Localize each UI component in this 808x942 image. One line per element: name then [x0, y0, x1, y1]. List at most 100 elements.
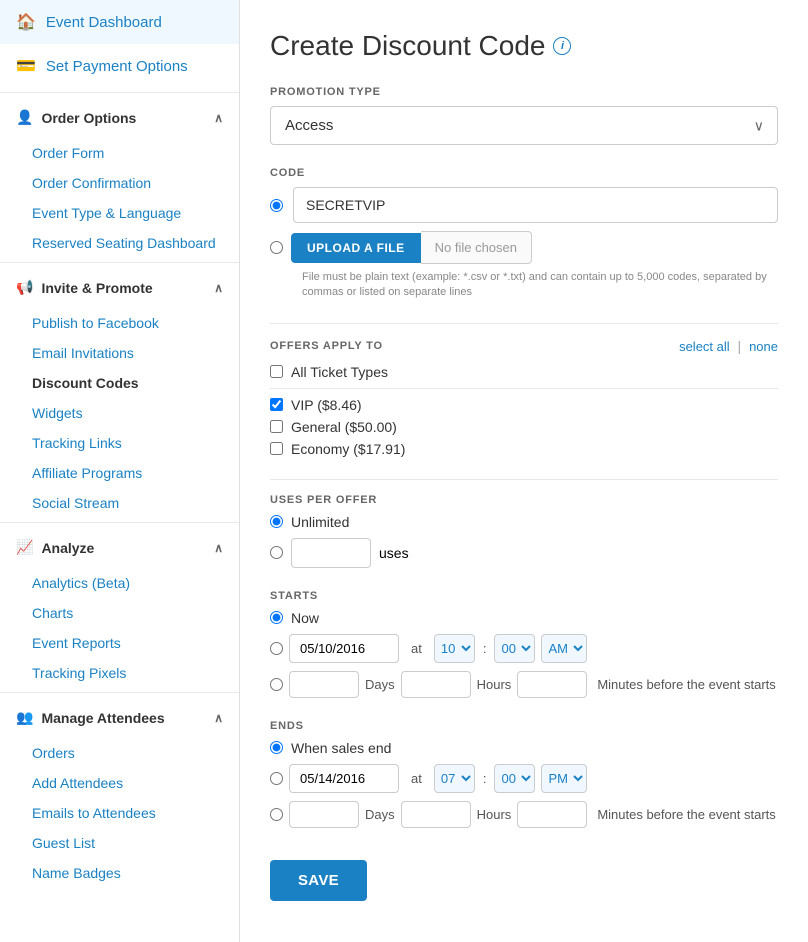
unlimited-radio[interactable] [270, 515, 283, 528]
ends-section: ENDS When sales end at 07010203040506080… [270, 720, 778, 828]
sidebar-item-orders[interactable]: Orders [0, 738, 239, 768]
vip-checkbox[interactable] [270, 398, 283, 411]
sidebar-item-discount-codes[interactable]: Discount Codes [0, 368, 239, 398]
promotion-type-label: PROMOTION TYPE [270, 86, 778, 98]
sidebar-item-event-type-language[interactable]: Event Type & Language [0, 198, 239, 228]
general-ticket-row: General ($50.00) [270, 419, 778, 435]
sidebar-item-tracking-links[interactable]: Tracking Links [0, 428, 239, 458]
ends-when-sales-end-label[interactable]: When sales end [291, 740, 391, 756]
promotion-type-section: PROMOTION TYPE Access Discount Free [270, 86, 778, 145]
offers-apply-to-section: OFFERS APPLY TO select all | none All Ti… [270, 338, 778, 457]
limited-uses-radio[interactable] [270, 546, 283, 559]
starts-now-label[interactable]: Now [291, 610, 319, 626]
ends-hours-label: Hours [477, 807, 512, 822]
code-manual-radio[interactable] [270, 199, 283, 212]
sidebar-item-order-form[interactable]: Order Form [0, 138, 239, 168]
sidebar-section-manage-attendees[interactable]: 👥 Manage Attendees ∧ [0, 697, 239, 738]
starts-date-row: at 100102030405060708091112 : 00153045 A… [270, 634, 778, 663]
sidebar-item-affiliate-programs[interactable]: Affiliate Programs [0, 458, 239, 488]
sidebar-item-order-confirmation[interactable]: Order Confirmation [0, 168, 239, 198]
sidebar-item-event-reports[interactable]: Event Reports [0, 628, 239, 658]
offers-apply-to-label: OFFERS APPLY TO [270, 340, 383, 352]
ends-date-input[interactable] [289, 764, 399, 793]
sidebar-item-charts[interactable]: Charts [0, 598, 239, 628]
sidebar-item-set-payment-options[interactable]: 💳 Set Payment Options [0, 44, 239, 88]
sidebar-item-add-attendees[interactable]: Add Attendees [0, 768, 239, 798]
select-all-link[interactable]: select all [679, 339, 730, 354]
offers-header: OFFERS APPLY TO select all | none [270, 338, 778, 354]
sidebar: 🏠 Event Dashboard 💳 Set Payment Options … [0, 0, 240, 942]
all-ticket-types-checkbox[interactable] [270, 365, 283, 378]
ends-before-event: Minutes before the event starts [597, 807, 775, 822]
starts-ampm-select[interactable]: AMPM [541, 634, 587, 663]
starts-at-label: at [411, 641, 422, 656]
none-link[interactable]: none [749, 339, 778, 354]
all-ticket-types-row: All Ticket Types [270, 364, 778, 380]
starts-days-input[interactable] [289, 671, 359, 698]
sidebar-item-email-invitations[interactable]: Email Invitations [0, 338, 239, 368]
sidebar-section-order-options[interactable]: 👤 Order Options ∧ [0, 97, 239, 138]
general-checkbox[interactable] [270, 420, 283, 433]
all-ticket-types-label[interactable]: All Ticket Types [291, 364, 388, 380]
ends-date-radio[interactable] [270, 772, 283, 785]
economy-label[interactable]: Economy ($17.91) [291, 441, 405, 457]
chevron-up-icon: ∧ [214, 111, 223, 125]
sidebar-item-social-stream[interactable]: Social Stream [0, 488, 239, 518]
code-section: CODE UPLOAD A FILE No file chosen File m… [270, 167, 778, 301]
starts-hours-label: Hours [477, 677, 512, 692]
starts-hour-select[interactable]: 100102030405060708091112 [434, 634, 475, 663]
sidebar-item-reserved-seating[interactable]: Reserved Seating Dashboard [0, 228, 239, 258]
starts-now-radio[interactable] [270, 611, 283, 624]
code-manual-row [270, 187, 778, 223]
vip-ticket-row: VIP ($8.46) [270, 397, 778, 413]
ends-ampm-select[interactable]: PMAM [541, 764, 587, 793]
chevron-up-icon-2: ∧ [214, 281, 223, 295]
code-input[interactable] [293, 187, 778, 223]
ends-days-label: Days [365, 807, 395, 822]
sidebar-section-analyze[interactable]: 📈 Analyze ∧ [0, 527, 239, 568]
ends-hours-input[interactable] [401, 801, 471, 828]
code-upload-radio[interactable] [270, 241, 283, 254]
ends-minutes-input[interactable] [517, 801, 587, 828]
starts-date-input[interactable] [289, 634, 399, 663]
chevron-up-icon-4: ∧ [214, 711, 223, 725]
starts-section: STARTS Now at 100102030405060708091112 :… [270, 590, 778, 698]
uses-count-input[interactable] [291, 538, 371, 568]
starts-relative-radio[interactable] [270, 678, 283, 691]
uses-label: uses [379, 545, 409, 561]
starts-before-event: Minutes before the event starts [597, 677, 775, 692]
page-title: Create Discount Code i [270, 30, 778, 62]
ends-when-sales-end-row: When sales end [270, 740, 778, 756]
sidebar-item-name-badges[interactable]: Name Badges [0, 858, 239, 888]
file-hint: File must be plain text (example: *.csv … [302, 270, 778, 301]
sidebar-item-guest-list[interactable]: Guest List [0, 828, 239, 858]
ends-relative-radio[interactable] [270, 808, 283, 821]
ends-days-input[interactable] [289, 801, 359, 828]
sidebar-item-publish-facebook[interactable]: Publish to Facebook [0, 308, 239, 338]
sidebar-item-event-dashboard[interactable]: 🏠 Event Dashboard [0, 0, 239, 44]
uses-per-offer-section: USES PER OFFER Unlimited uses [270, 494, 778, 568]
starts-date-radio[interactable] [270, 642, 283, 655]
ends-hour-select[interactable]: 070102030405060809101112 [434, 764, 475, 793]
promotion-type-select-wrapper: Access Discount Free [270, 106, 778, 145]
ends-minute-select[interactable]: 00153045 [494, 764, 535, 793]
upload-file-button[interactable]: UPLOAD A FILE [291, 233, 421, 263]
starts-minutes-input[interactable] [517, 671, 587, 698]
promotion-type-select[interactable]: Access Discount Free [270, 106, 778, 145]
sidebar-item-emails-to-attendees[interactable]: Emails to Attendees [0, 798, 239, 828]
economy-checkbox[interactable] [270, 442, 283, 455]
sidebar-item-analytics-beta[interactable]: Analytics (Beta) [0, 568, 239, 598]
ends-date-row: at 070102030405060809101112 : 00153045 P… [270, 764, 778, 793]
ends-when-sales-end-radio[interactable] [270, 741, 283, 754]
save-button[interactable]: SAVE [270, 860, 367, 901]
starts-minute-select[interactable]: 00153045 [494, 634, 535, 663]
main-content: Create Discount Code i PROMOTION TYPE Ac… [240, 0, 808, 942]
sidebar-item-tracking-pixels[interactable]: Tracking Pixels [0, 658, 239, 688]
general-label[interactable]: General ($50.00) [291, 419, 397, 435]
vip-label[interactable]: VIP ($8.46) [291, 397, 362, 413]
unlimited-label[interactable]: Unlimited [291, 514, 349, 530]
starts-hours-input[interactable] [401, 671, 471, 698]
sidebar-section-invite-promote[interactable]: 📢 Invite & Promote ∧ [0, 267, 239, 308]
info-icon[interactable]: i [553, 37, 571, 55]
sidebar-item-widgets[interactable]: Widgets [0, 398, 239, 428]
